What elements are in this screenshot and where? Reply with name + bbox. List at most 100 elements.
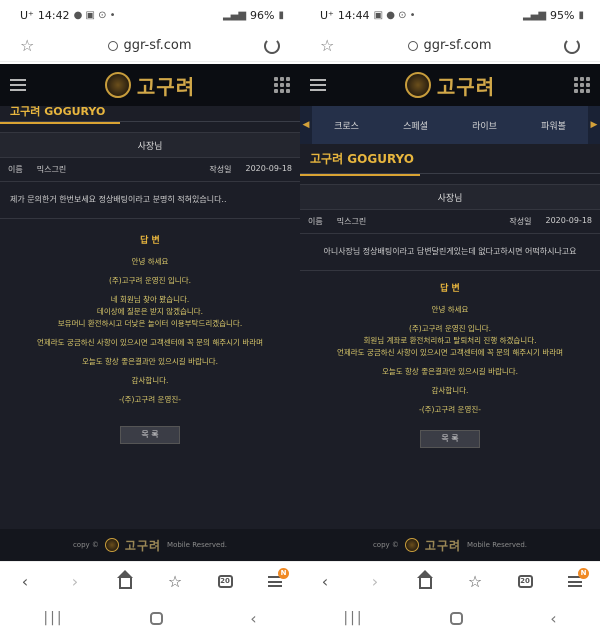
new-badge: N <box>278 567 289 579</box>
recent-apps-icon[interactable]: ||| <box>343 610 363 626</box>
footer-logo-text: 고구려 <box>124 538 162 553</box>
logo-text: 고구려 <box>136 74 196 99</box>
answer-line: 언제라도 궁금하신 사항이 있으시면 고객센터에 꼭 문의 해주시기 바라며 <box>336 348 564 357</box>
back-arrow-icon[interactable]: ‹ <box>314 571 336 593</box>
nav-item-cross[interactable]: 크로스 <box>312 119 381 132</box>
answer-line: 감사합니다. <box>431 386 469 395</box>
answer-line: 언제라도 궁금하신 사항이 있으시면 고객센터에 꼭 문의 해주시기 바라며 <box>36 338 264 347</box>
system-home-icon[interactable] <box>450 611 464 625</box>
list-button[interactable]: 목 록 <box>420 430 480 448</box>
footer-reserved: Mobile Reserved. <box>467 541 528 549</box>
nav-item-live[interactable]: 라이브 <box>450 119 519 132</box>
secure-icon <box>408 40 419 51</box>
signal-icon: ▂▄▆ <box>222 9 247 21</box>
nav-left-arrow-icon[interactable]: ◀ <box>300 106 312 144</box>
nav-right-arrow-icon[interactable]: ▶ <box>588 106 600 144</box>
phone-right: U⁺ 14:44 ▣ ● ⊙ • ▂▄▆ 95% ▮ ☆ ggr-sf.com <box>300 0 600 635</box>
system-back-icon[interactable]: ‹ <box>550 609 556 628</box>
time-label: 14:44 <box>337 8 370 22</box>
footer-copy: copy © <box>372 541 399 549</box>
tabs-button[interactable]: 20 <box>214 571 236 593</box>
tabs-icon: 20 <box>217 575 233 588</box>
battery-label: 95% <box>550 8 575 22</box>
answer-line: 네 회원님 찾아 봤습니다. <box>110 295 190 304</box>
status-bar: U⁺ 14:42 ● ▣ ⊙ • ▂▄▆ 96% ▮ <box>0 0 300 30</box>
system-nav-bar: ||| ‹ <box>0 601 300 635</box>
web-content: 고구려 ◀ 크로스 스페셜 라이브 파워볼 ▶ 고구려 GOGURYO 사장님 <box>300 64 600 561</box>
browser-menu-button[interactable]: N <box>264 567 289 593</box>
logo-emblem-icon <box>404 72 431 98</box>
reload-icon[interactable] <box>563 37 580 54</box>
web-content: 고구려 고구려 GOGURYO 사장님 이름 믹스그린 작성일 2020-09-… <box>0 64 300 561</box>
section-title-text: 고구려 GOGURYO <box>10 106 106 118</box>
answer-body: 안녕 하세요 (주)고구려 운영진 입니다. 네 회원님 찾아 봤습니다. 데이… <box>0 256 300 406</box>
home-icon <box>116 570 133 589</box>
site-menu-icon[interactable] <box>310 79 326 91</box>
battery-icon: ▮ <box>578 9 584 21</box>
date-value: 2020-09-18 <box>245 164 293 173</box>
post-meta: 이름 믹스그린 작성일 2020-09-18 <box>300 210 600 234</box>
bookmarks-star-icon[interactable]: ☆ <box>464 571 486 593</box>
browser-menu-button[interactable]: N <box>564 567 589 593</box>
post-title: 사장님 <box>300 184 600 210</box>
bookmark-star-icon[interactable]: ☆ <box>20 37 36 54</box>
status-bar: U⁺ 14:44 ▣ ● ⊙ • ▂▄▆ 95% ▮ <box>300 0 600 30</box>
apps-grid-icon[interactable] <box>273 77 290 93</box>
date-value: 2020-09-18 <box>545 216 593 225</box>
forward-arrow-icon[interactable]: › <box>364 571 386 593</box>
home-button[interactable] <box>114 570 136 593</box>
nav-item-special[interactable]: 스페셜 <box>381 119 450 132</box>
url-bar: ☆ ggr-sf.com <box>300 30 600 62</box>
question-text: 아니사장님 정상배팅이라고 답변달린게있는데 없다고하시면 어떡하시나고요 <box>300 234 600 271</box>
notification-icons: ● ▣ ⊙ • <box>73 9 116 21</box>
site-menu-icon[interactable] <box>10 79 26 91</box>
notification-icons: ▣ ● ⊙ • <box>373 9 416 21</box>
site-footer: copy © 고구려 Mobile Reserved. <box>300 529 600 561</box>
date-label: 작성일 <box>509 217 532 226</box>
answer-line: (주)고구려 운영진 입니다. <box>408 324 491 333</box>
bookmarks-star-icon[interactable]: ☆ <box>164 571 186 593</box>
section-underline <box>300 174 420 176</box>
category-nav: ◀ 크로스 스페셜 라이브 파워볼 ▶ <box>300 106 600 144</box>
answer-label: 답 변 <box>440 284 460 294</box>
phone-left: U⁺ 14:42 ● ▣ ⊙ • ▂▄▆ 96% ▮ ☆ ggr-sf.com <box>0 0 300 635</box>
logo-emblem-icon <box>104 72 131 98</box>
answer-label: 답 변 <box>140 236 160 246</box>
footer-logo-emblem-icon <box>404 538 419 552</box>
battery-label: 96% <box>250 8 275 22</box>
answer-line: 보유머니 환전하시고 더낮은 놀이터 이용부탁드리겠습니다. <box>57 319 243 328</box>
url-field[interactable]: ggr-sf.com <box>108 38 192 53</box>
author-label: 이름 <box>8 165 23 174</box>
site-header: 고구려 <box>300 64 600 106</box>
system-nav-bar: ||| ‹ <box>300 601 600 635</box>
logo-text: 고구려 <box>436 74 496 99</box>
bookmark-star-icon[interactable]: ☆ <box>320 37 336 54</box>
reload-icon[interactable] <box>263 37 280 54</box>
home-button[interactable] <box>414 570 436 593</box>
system-back-icon[interactable]: ‹ <box>250 609 256 628</box>
forward-arrow-icon[interactable]: › <box>64 571 86 593</box>
url-text: ggr-sf.com <box>123 38 192 53</box>
browser-toolbar: ‹ › ☆ 20 N <box>300 561 600 601</box>
site-logo[interactable]: 고구려 <box>404 71 496 100</box>
back-arrow-icon[interactable]: ‹ <box>14 571 36 593</box>
footer-logo-text: 고구려 <box>424 538 462 553</box>
tabs-button[interactable]: 20 <box>514 571 536 593</box>
site-footer: copy © 고구려 Mobile Reserved. <box>0 529 300 561</box>
answer-line: 회원님 계좌로 환전처리하고 탈퇴처리 진행 하겠습니다. <box>363 336 537 345</box>
nav-item-powerball[interactable]: 파워볼 <box>519 119 588 132</box>
site-logo[interactable]: 고구려 <box>104 71 196 100</box>
battery-icon: ▮ <box>278 9 284 21</box>
url-field[interactable]: ggr-sf.com <box>408 38 492 53</box>
recent-apps-icon[interactable]: ||| <box>43 610 63 626</box>
answer-line: -(주)고구려 운영진- <box>119 395 181 404</box>
footer-logo-emblem-icon <box>104 538 119 552</box>
answer-line: 데이상에 질문은 받지 않겠습니다. <box>96 307 204 316</box>
system-home-icon[interactable] <box>150 611 164 625</box>
list-button[interactable]: 목 록 <box>120 426 180 444</box>
screenshot-pair: U⁺ 14:42 ● ▣ ⊙ • ▂▄▆ 96% ▮ ☆ ggr-sf.com <box>0 0 600 635</box>
answer-line: -(주)고구려 운영진- <box>419 405 481 414</box>
signal-icon: ▂▄▆ <box>522 9 547 21</box>
apps-grid-icon[interactable] <box>573 77 590 93</box>
answer-line: 오늘도 항상 좋은결과만 있으시길 바랍니다. <box>81 357 219 366</box>
